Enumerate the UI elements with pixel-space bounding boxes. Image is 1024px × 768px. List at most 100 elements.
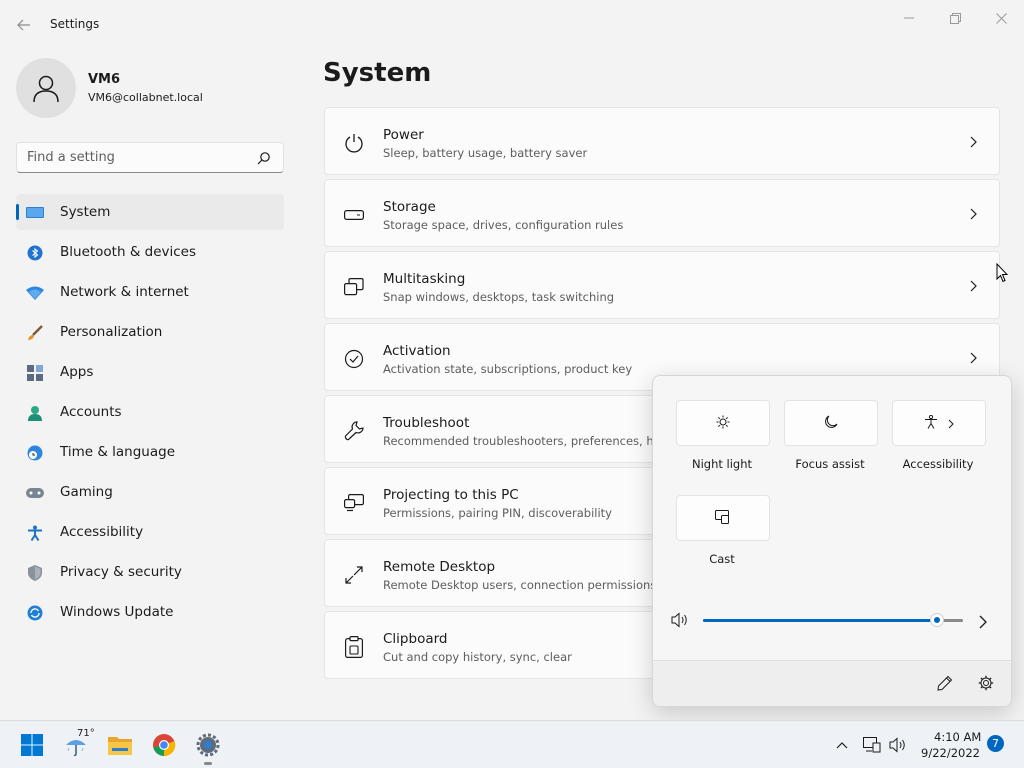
card-title: Storage [383,199,436,215]
card-description: Sleep, battery usage, battery saver [383,146,588,160]
chevron-right-icon[interactable] [979,614,987,633]
back-arrow-icon[interactable] [10,11,38,39]
quick-settings-footer [653,660,1011,706]
chevron-up-icon[interactable] [830,729,854,761]
sidebar-item-system[interactable]: System [16,194,284,230]
update-icon [26,604,44,622]
volume-slider[interactable] [703,613,963,627]
card-title: Remote Desktop [383,559,496,575]
search-box [16,142,284,173]
sidebar-item-network[interactable]: Network & internet [16,274,284,310]
chrome-icon[interactable] [148,729,180,761]
bluetooth-icon [26,244,44,262]
minimize-icon[interactable] [886,4,932,32]
sidebar-item-apps[interactable]: Apps [16,354,284,390]
sidebar-item-label: Bluetooth & devices [60,244,197,260]
apps-icon [26,364,44,382]
person-icon [33,75,59,103]
shield-icon [26,564,44,582]
globe-clock-icon [26,444,44,462]
sidebar-item-gaming[interactable]: Gaming [16,474,284,510]
sidebar-item-label: System [60,204,111,220]
card-description: Cut and copy history, sync, clear [383,650,572,664]
sidebar-item-bluetooth[interactable]: Bluetooth & devices [16,234,284,270]
sidebar-item-time-language[interactable]: Time & language [16,434,284,470]
chevron-right-icon [967,278,981,294]
card-title: Activation [383,343,451,359]
chevron-right-icon [967,206,981,222]
volume-slider-fill [703,619,937,622]
search-input[interactable] [17,143,253,172]
sidebar-item-label: Network & internet [60,284,189,300]
sidebar-item-personalization[interactable]: Personalization [16,314,284,350]
speaker-icon[interactable] [886,729,910,761]
sidebar-item-label: Personalization [60,324,163,340]
quick-tile-accessibility[interactable] [892,400,986,446]
card-title: Multitasking [383,271,466,287]
close-icon[interactable] [978,4,1024,32]
settings-gear-icon[interactable] [192,729,224,761]
card-description: Remote Desktop users, connection permiss… [383,578,657,592]
paintbrush-icon [26,324,44,342]
sidebar-item-label: Windows Update [60,604,174,620]
card-title: Power [383,127,424,143]
sidebar-item-privacy[interactable]: Privacy & security [16,554,284,590]
title-bar: Settings [0,0,1024,48]
notification-badge[interactable]: 7 [987,735,1004,752]
card-power[interactable]: Power Sleep, battery usage, battery save… [324,107,1000,175]
sidebar-item-label: Gaming [60,484,113,500]
gear-icon[interactable] [978,675,994,695]
card-storage[interactable]: Storage Storage space, drives, configura… [324,179,1000,247]
clock-time[interactable]: 4:10 AM [934,730,981,744]
quick-tile-label: Focus assist [795,457,865,471]
taskbar: 71° 4:10 AM 9/22/2022 [0,720,1024,768]
remote-desktop-icon [343,564,365,586]
volume-slider-thumb[interactable] [930,613,944,627]
chevron-right-icon [967,134,981,150]
quick-tile-night-light[interactable] [676,400,770,446]
activation-check-icon [343,348,365,370]
user-email: VM6@collabnet.local [88,91,203,104]
quick-settings-flyout: Night light Focus assist Accessibility C… [652,375,1012,707]
chevron-right-icon[interactable] [948,414,954,433]
storage-icon [343,204,365,226]
quick-tile-label: Cast [709,552,735,566]
gamepad-icon [26,484,44,502]
card-title: Clipboard [383,631,448,647]
start-icon[interactable] [16,729,48,761]
clock-date[interactable]: 9/22/2022 [921,746,980,760]
person-icon [26,404,44,422]
volume-control [671,610,995,632]
sidebar-item-label: Accounts [60,404,122,420]
quick-tile-cast[interactable] [676,495,770,541]
sidebar-item-windows-update[interactable]: Windows Update [16,594,284,630]
avatar[interactable] [16,58,76,118]
chevron-right-icon [967,350,981,366]
pencil-icon[interactable] [937,675,953,695]
speaker-icon[interactable] [671,612,689,632]
file-explorer-icon[interactable] [104,729,136,761]
accessibility-icon [924,414,938,433]
user-name: VM6 [88,72,121,87]
sidebar-item-accessibility[interactable]: Accessibility [16,514,284,550]
quick-tile-focus-assist[interactable] [784,400,878,446]
sidebar-nav: System Bluetooth & devices Network & int… [16,194,284,634]
quick-tile-label: Night light [691,457,753,471]
quick-tile-label: Accessibility [902,457,974,471]
network-wired-icon[interactable] [860,729,884,761]
restore-icon[interactable] [932,4,978,32]
wrench-icon [343,420,365,442]
accessibility-icon [26,524,44,542]
cast-icon [715,509,731,528]
card-title: Projecting to this PC [383,487,519,503]
sidebar-item-accounts[interactable]: Accounts [16,394,284,430]
clipboard-icon [343,636,365,658]
card-multitasking[interactable]: Multitasking Snap windows, desktops, tas… [324,251,1000,319]
mouse-cursor-icon [996,262,1009,283]
sidebar-item-label: Privacy & security [60,564,182,580]
search-icon[interactable] [257,150,273,166]
card-description: Activation state, subscriptions, product… [383,362,633,376]
active-app-indicator [204,762,212,765]
power-icon [343,132,365,154]
card-description: Permissions, pairing PIN, discoverabilit… [383,506,612,520]
